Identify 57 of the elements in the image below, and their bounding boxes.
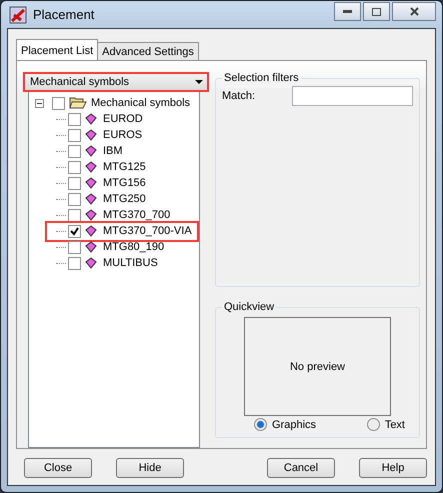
checkbox[interactable] bbox=[68, 128, 81, 142]
match-label: Match: bbox=[222, 90, 256, 102]
close-icon bbox=[410, 7, 418, 16]
tree-item[interactable]: MULTIBUS bbox=[103, 257, 158, 269]
group-title: Quickview bbox=[223, 301, 276, 313]
collapse-icon[interactable] bbox=[35, 98, 44, 108]
symbol-icon bbox=[85, 209, 97, 221]
checkbox[interactable] bbox=[68, 208, 81, 222]
dialog-button[interactable]: Cancel bbox=[267, 458, 335, 478]
symbol-icon bbox=[85, 161, 97, 173]
group-title: Selection filters bbox=[223, 72, 300, 84]
tree-item[interactable]: MTG125 bbox=[103, 161, 146, 173]
checkbox[interactable] bbox=[68, 256, 81, 270]
tab[interactable]: Placement List bbox=[16, 39, 98, 61]
symbol-icon bbox=[85, 129, 97, 141]
checkbox[interactable] bbox=[68, 176, 81, 190]
folder-icon bbox=[69, 96, 87, 110]
checkbox[interactable] bbox=[68, 144, 81, 158]
tree-item[interactable]: MTG156 bbox=[103, 177, 146, 189]
maximize-icon bbox=[372, 8, 381, 16]
symbol-icon bbox=[85, 113, 97, 125]
close-button[interactable] bbox=[392, 2, 436, 21]
tree-item[interactable]: EUROD bbox=[103, 113, 143, 125]
tree-item[interactable]: Mechanical symbols bbox=[91, 97, 190, 109]
match-field[interactable] bbox=[292, 86, 413, 106]
tab[interactable]: Advanced Settings bbox=[97, 42, 199, 61]
symbol-icon bbox=[85, 257, 97, 269]
category-dropdown[interactable]: Mechanical symbols bbox=[23, 72, 209, 92]
checkbox[interactable] bbox=[68, 160, 81, 174]
tree-item[interactable]: EUROS bbox=[103, 129, 142, 141]
tree-item[interactable]: MTG370_700-VIA bbox=[103, 225, 192, 237]
symbol-icon bbox=[85, 225, 97, 237]
checkbox[interactable] bbox=[52, 96, 65, 110]
symbol-icon bbox=[85, 241, 97, 253]
symbol-icon bbox=[85, 193, 97, 205]
window-title: Placement bbox=[33, 7, 96, 22]
checkbox[interactable] bbox=[68, 192, 81, 206]
checkbox[interactable] bbox=[68, 112, 81, 126]
preview-message: No preview bbox=[290, 360, 346, 372]
minimize-icon bbox=[343, 10, 352, 13]
tree-item[interactable]: MTG250 bbox=[103, 193, 146, 205]
dialog-button[interactable]: Close bbox=[24, 458, 92, 478]
symbol-icon bbox=[85, 177, 97, 189]
dialog-button[interactable]: Hide bbox=[116, 458, 184, 478]
tree-item[interactable]: IBM bbox=[103, 145, 123, 157]
dialog-button[interactable]: Help bbox=[359, 458, 427, 478]
app-icon bbox=[9, 6, 27, 24]
radio-option[interactable]: Graphics bbox=[254, 418, 316, 431]
tree-item[interactable]: MTG80_190 bbox=[103, 241, 164, 253]
maximize-button[interactable] bbox=[363, 2, 390, 21]
radio-option[interactable]: Text bbox=[366, 418, 405, 431]
checkbox[interactable] bbox=[68, 224, 81, 238]
symbol-icon bbox=[85, 145, 97, 157]
tree-item[interactable]: MTG370_700 bbox=[103, 209, 170, 221]
caret-icon bbox=[195, 80, 203, 84]
checkbox[interactable] bbox=[68, 240, 81, 254]
minimize-button[interactable] bbox=[334, 2, 361, 21]
